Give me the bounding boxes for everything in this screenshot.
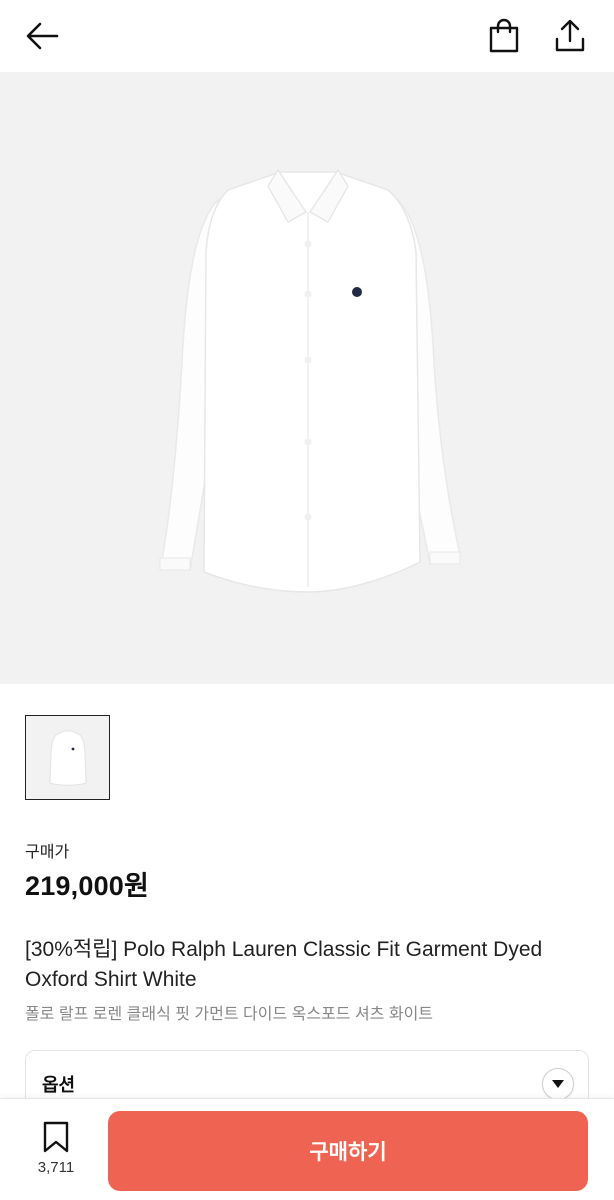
bookmark-icon	[43, 1121, 69, 1153]
arrow-left-icon	[26, 22, 59, 50]
share-icon	[555, 19, 585, 52]
top-bar	[0, 0, 614, 72]
shirt-image	[159, 168, 461, 593]
buy-button[interactable]: 구매하기	[108, 1111, 588, 1191]
shopping-bag-button[interactable]	[484, 16, 524, 56]
bookmark-button[interactable]: 3,711	[26, 1121, 86, 1181]
back-button[interactable]	[22, 16, 62, 56]
product-subtitle: 폴로 랄프 로렌 클래식 핏 가먼트 다이드 옥스포드 셔츠 화이트	[25, 1006, 434, 1023]
option-dropdown-button[interactable]	[542, 1068, 574, 1100]
product-image[interactable]	[0, 72, 614, 684]
bottom-action-bar: 3,711 구매하기	[0, 1098, 614, 1200]
bookmark-count: 3,711	[37, 1159, 75, 1176]
share-button[interactable]	[550, 16, 590, 56]
price-label: 구매가	[25, 844, 70, 861]
option-label: 옵션	[42, 1075, 76, 1095]
shirt-thumbnail	[48, 730, 87, 786]
price: 219,000원	[25, 871, 150, 901]
chevron-down-icon	[552, 1080, 564, 1088]
product-title: [30%적립] Polo Ralph Lauren Classic Fit Ga…	[25, 938, 543, 991]
thumbnail-image[interactable]	[25, 715, 110, 800]
shopping-bag-icon	[489, 18, 519, 53]
